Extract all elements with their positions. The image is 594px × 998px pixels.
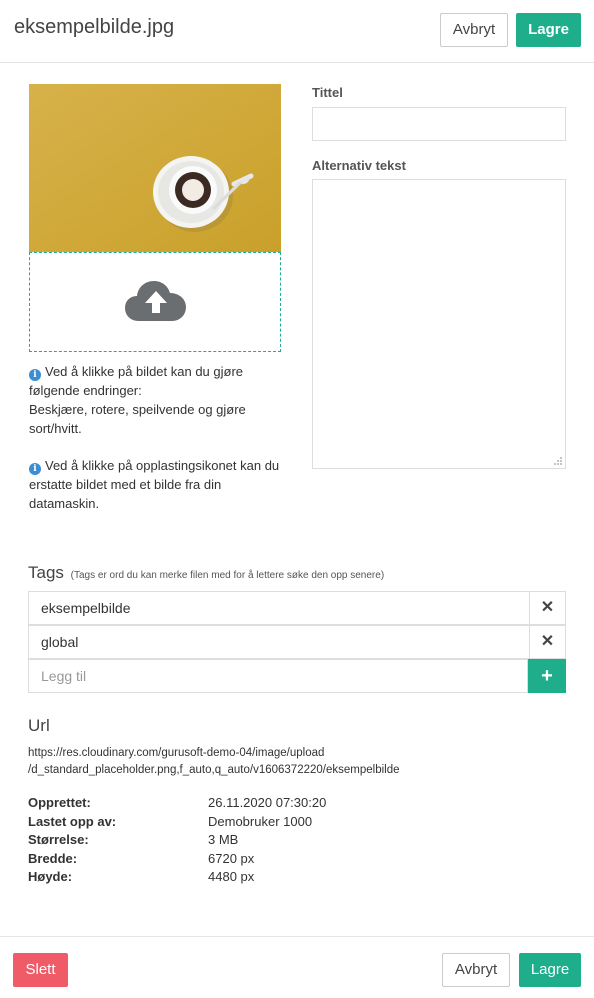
save-button-top[interactable]: Lagre [516, 13, 581, 47]
meta-value: 4480 px [208, 869, 255, 884]
upload-dropzone[interactable] [29, 252, 281, 352]
url-line: /d_standard_placeholder.png,f_auto,q_aut… [28, 764, 400, 776]
alt-text-textarea[interactable] [312, 179, 566, 469]
tags-hint: (Tags er ord du kan merke filen med for … [70, 570, 385, 581]
cloud-upload-icon[interactable] [125, 277, 187, 323]
modal-footer: Slett Avbryt Lagre [0, 936, 594, 998]
resize-grip-icon[interactable] [554, 457, 562, 465]
alt-text-label: Alternativ tekst [312, 158, 406, 173]
file-title: eksempelbilde.jpg [14, 16, 175, 38]
tag-item: eksempelbilde ✕ [28, 591, 566, 625]
meta-key: Bredde: [28, 850, 78, 866]
add-tag-input[interactable]: Legg til [28, 659, 528, 693]
url-line: https://res.cloudinary.com/gurusoft-demo… [28, 747, 325, 759]
info-icon: i [29, 463, 41, 475]
delete-button[interactable]: Slett [13, 953, 68, 987]
crop-info-text: Ved å klikke på bildet kan du gjøre følg… [29, 364, 246, 436]
upload-info-text: Ved å klikke på opplastingsikonet kan du… [29, 458, 280, 511]
tags-heading: Tags (Tags er ord du kan merke filen med… [28, 563, 384, 583]
title-label: Tittel [312, 85, 343, 100]
url-value: https://res.cloudinary.com/gurusoft-demo… [28, 745, 400, 779]
save-button-bottom[interactable]: Lagre [519, 953, 581, 987]
upload-info: i Ved å klikke på opplastingsikonet kan d… [29, 456, 281, 513]
meta-key: Høyde: [28, 869, 73, 884]
cancel-button-top[interactable]: Avbryt [440, 13, 508, 47]
meta-key: Opprettet: [28, 795, 91, 810]
add-tag-row: Legg til + [28, 659, 566, 693]
remove-tag-icon[interactable]: ✕ [529, 592, 565, 624]
tag-label: global [41, 634, 79, 650]
meta-key: Størrelse: [28, 832, 89, 847]
meta-key: Lastet opp av: [28, 813, 117, 829]
info-icon: i [29, 369, 41, 381]
crop-info: i Ved å klikke på bildet kan du gjøre føl… [29, 362, 281, 438]
meta-value: 26.11.2020 07:30:20 [208, 795, 327, 810]
meta-value: Demobruker 1000 [208, 813, 313, 829]
coffee-cup-image [29, 84, 281, 252]
tags-title: Tags [28, 563, 64, 582]
tag-label: eksempelbilde [41, 600, 131, 616]
title-input[interactable] [312, 107, 566, 141]
modal-header: eksempelbilde.jpg Avbryt Lagre [0, 0, 594, 63]
url-heading: Url [28, 716, 50, 735]
meta-value: 3 MB [208, 832, 239, 847]
tag-item: global ✕ [28, 625, 566, 659]
image-preview[interactable] [29, 84, 281, 252]
remove-tag-icon[interactable]: ✕ [529, 626, 565, 658]
meta-value: 6720 px [208, 850, 255, 866]
cancel-button-bottom[interactable]: Avbryt [442, 953, 510, 987]
add-tag-button[interactable]: + [528, 659, 566, 693]
